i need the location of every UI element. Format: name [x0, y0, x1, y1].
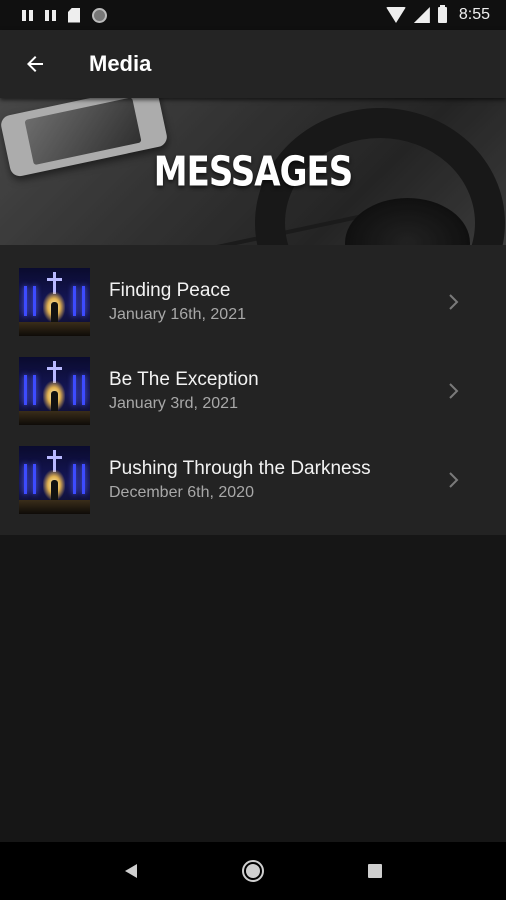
message-title: Finding Peace [109, 279, 231, 301]
battery-icon [437, 5, 447, 23]
message-thumbnail [19, 356, 90, 425]
status-left-icons [22, 7, 107, 23]
back-button[interactable] [0, 30, 70, 98]
pause-icon [45, 9, 56, 21]
status-right-icons: 8:55 [385, 5, 490, 24]
message-title: Be The Exception [109, 368, 259, 390]
list-item-text: Be The Exception January 3rd, 2021 [109, 368, 446, 414]
page-title: Media [89, 51, 152, 76]
arrow-back-icon [27, 56, 43, 72]
nav-back-button[interactable] [111, 851, 151, 891]
chevron-right-icon [446, 382, 486, 400]
wifi-icon [385, 7, 406, 23]
nav-recents-button[interactable] [355, 851, 395, 891]
sd-card-icon [68, 7, 80, 23]
back-triangle-icon [125, 864, 137, 878]
message-list: Finding Peace January 16th, 2021 Be The … [0, 245, 506, 535]
list-item-finding-peace[interactable]: Finding Peace January 16th, 2021 [0, 257, 506, 346]
recents-square-icon [368, 864, 382, 878]
message-thumbnail [19, 445, 90, 514]
message-title: Pushing Through the Darkness [109, 457, 371, 479]
chevron-right-icon [446, 293, 486, 311]
list-item-text: Pushing Through the Darkness December 6t… [109, 457, 446, 503]
message-date: December 6th, 2020 [109, 483, 254, 501]
banner-title: MESSAGES [153, 147, 353, 196]
message-date: January 3rd, 2021 [109, 394, 238, 412]
record-icon [92, 7, 107, 23]
list-item-text: Finding Peace January 16th, 2021 [109, 279, 446, 325]
status-time: 8:55 [458, 6, 490, 23]
pause-icon [22, 9, 33, 21]
system-nav-bar [0, 842, 506, 900]
home-circle-icon [242, 860, 264, 882]
list-item-pushing-through-the-darkness[interactable]: Pushing Through the Darkness December 6t… [0, 435, 506, 524]
message-date: January 16th, 2021 [109, 305, 246, 323]
status-bar: 8:55 [0, 0, 506, 30]
chevron-right-icon [446, 471, 486, 489]
app-bar: Media [0, 30, 506, 98]
nav-home-button[interactable] [233, 851, 273, 891]
messages-banner: MESSAGES [0, 98, 506, 245]
list-item-be-the-exception[interactable]: Be The Exception January 3rd, 2021 [0, 346, 506, 435]
message-thumbnail [19, 267, 90, 336]
signal-icon [413, 7, 430, 23]
